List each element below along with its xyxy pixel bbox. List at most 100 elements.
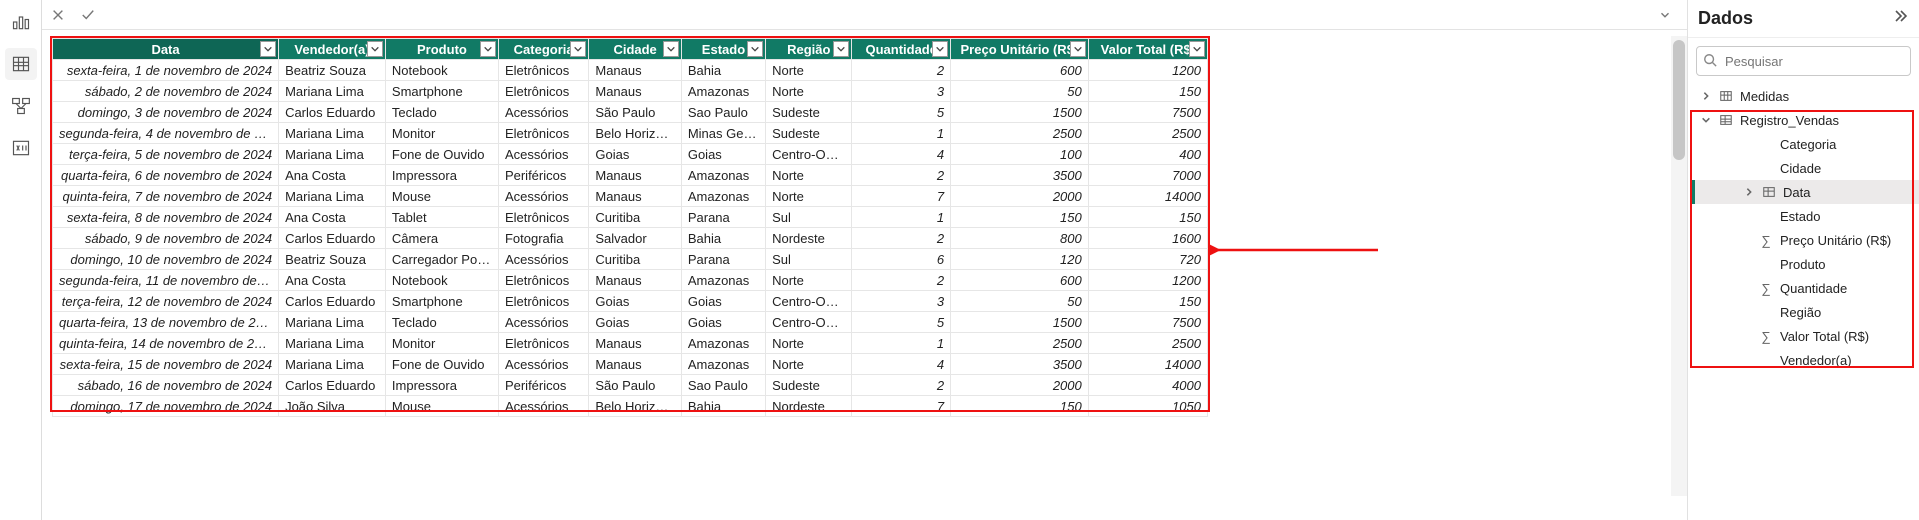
cell-produto[interactable]: Fone de Ouvido [385,144,498,165]
cell-estado[interactable]: Minas Gerais [681,123,765,144]
column-header-categoria[interactable]: Categoria [498,39,588,60]
cell-vendedor[interactable]: Mariana Lima [279,144,386,165]
cell-data[interactable]: segunda-feira, 4 de novembro de 2024 [53,123,279,144]
cell-vendedor[interactable]: Mariana Lima [279,186,386,207]
cell-estado[interactable]: Sao Paulo [681,375,765,396]
tree-field-vendedor-a-[interactable]: Vendedor(a) [1692,348,1919,372]
cell-total[interactable]: 150 [1088,81,1207,102]
cell-estado[interactable]: Sao Paulo [681,102,765,123]
cell-categoria[interactable]: Acessórios [498,186,588,207]
cell-regiao[interactable]: Centro-Oeste [766,291,852,312]
cell-data[interactable]: sexta-feira, 15 de novembro de 2024 [53,354,279,375]
cell-categoria[interactable]: Acessórios [498,396,588,417]
cell-quantidade[interactable]: 7 [852,186,951,207]
cell-preco[interactable]: 3500 [951,354,1089,375]
cell-categoria[interactable]: Fotografia [498,228,588,249]
table-view-icon[interactable] [5,48,37,80]
cell-preco[interactable]: 150 [951,396,1089,417]
table-row[interactable]: segunda-feira, 11 de novembro de 2024Ana… [53,270,1208,291]
cell-quantidade[interactable]: 7 [852,396,951,417]
cell-regiao[interactable]: Sudeste [766,375,852,396]
tree-field-cidade[interactable]: Cidade [1692,156,1919,180]
search-input[interactable] [1723,53,1904,70]
cell-vendedor[interactable]: Ana Costa [279,270,386,291]
tree-field-estado[interactable]: Estado [1692,204,1919,228]
cell-total[interactable]: 400 [1088,144,1207,165]
cell-produto[interactable]: Impressora [385,165,498,186]
cell-quantidade[interactable]: 3 [852,291,951,312]
cell-total[interactable]: 720 [1088,249,1207,270]
cell-categoria[interactable]: Acessórios [498,312,588,333]
cell-categoria[interactable]: Eletrônicos [498,333,588,354]
cell-vendedor[interactable]: João Silva [279,396,386,417]
cell-produto[interactable]: Impressora [385,375,498,396]
cell-data[interactable]: quarta-feira, 6 de novembro de 2024 [53,165,279,186]
cell-categoria[interactable]: Periféricos [498,375,588,396]
cell-estado[interactable]: Parana [681,207,765,228]
cell-cidade[interactable]: Goias [589,144,681,165]
column-header-cidade[interactable]: Cidade [589,39,681,60]
cell-produto[interactable]: Mouse [385,186,498,207]
search-field[interactable] [1696,46,1911,76]
cell-cidade[interactable]: Manaus [589,81,681,102]
cell-produto[interactable]: Fone de Ouvido [385,354,498,375]
cancel-formula-icon[interactable] [50,7,66,23]
column-header-quantidade[interactable]: Quantidade [852,39,951,60]
cell-cidade[interactable]: Manaus [589,333,681,354]
cell-data[interactable]: segunda-feira, 11 de novembro de 2024 [53,270,279,291]
cell-quantidade[interactable]: 5 [852,312,951,333]
column-header-vendedor[interactable]: Vendedor(a) [279,39,386,60]
cell-regiao[interactable]: Norte [766,333,852,354]
cell-data[interactable]: domingo, 3 de novembro de 2024 [53,102,279,123]
cell-total[interactable]: 2500 [1088,123,1207,144]
cell-regiao[interactable]: Norte [766,270,852,291]
cell-produto[interactable]: Notebook [385,270,498,291]
cell-cidade[interactable]: Manaus [589,165,681,186]
cell-vendedor[interactable]: Ana Costa [279,165,386,186]
cell-produto[interactable]: Câmera [385,228,498,249]
cell-regiao[interactable]: Norte [766,354,852,375]
table-row[interactable]: quarta-feira, 6 de novembro de 2024Ana C… [53,165,1208,186]
cell-vendedor[interactable]: Carlos Eduardo [279,375,386,396]
cell-vendedor[interactable]: Mariana Lima [279,81,386,102]
cell-quantidade[interactable]: 2 [852,60,951,81]
column-header-produto[interactable]: Produto [385,39,498,60]
cell-vendedor[interactable]: Mariana Lima [279,354,386,375]
cell-categoria[interactable]: Eletrônicos [498,60,588,81]
cell-regiao[interactable]: Norte [766,165,852,186]
model-view-icon[interactable] [5,90,37,122]
cell-produto[interactable]: Smartphone [385,291,498,312]
vertical-scrollbar[interactable] [1671,36,1687,496]
cell-preco[interactable]: 3500 [951,165,1089,186]
cell-regiao[interactable]: Norte [766,60,852,81]
cell-categoria[interactable]: Eletrônicos [498,270,588,291]
cell-produto[interactable]: Monitor [385,333,498,354]
tree-field-valor-total-r-[interactable]: ∑Valor Total (R$) [1692,324,1919,348]
table-row[interactable]: sábado, 16 de novembro de 2024Carlos Edu… [53,375,1208,396]
dax-view-icon[interactable] [5,132,37,164]
scrollbar-thumb[interactable] [1673,40,1685,160]
expand-formula-icon[interactable] [1657,7,1673,23]
cell-preco[interactable]: 120 [951,249,1089,270]
cell-cidade[interactable]: Manaus [589,270,681,291]
table-row[interactable]: sexta-feira, 8 de novembro de 2024Ana Co… [53,207,1208,228]
cell-estado[interactable]: Goias [681,291,765,312]
cell-total[interactable]: 1600 [1088,228,1207,249]
cell-quantidade[interactable]: 1 [852,123,951,144]
cell-quantidade[interactable]: 3 [852,81,951,102]
cell-categoria[interactable]: Eletrônicos [498,291,588,312]
cell-total[interactable]: 1200 [1088,270,1207,291]
column-header-data[interactable]: Data [53,39,279,60]
cell-regiao[interactable]: Nordeste [766,228,852,249]
cell-estado[interactable]: Goias [681,312,765,333]
cell-quantidade[interactable]: 2 [852,270,951,291]
cell-categoria[interactable]: Acessórios [498,249,588,270]
commit-formula-icon[interactable] [80,7,96,23]
cell-preco[interactable]: 2000 [951,186,1089,207]
filter-dropdown-icon[interactable] [932,41,948,57]
table-row[interactable]: domingo, 10 de novembro de 2024Beatriz S… [53,249,1208,270]
table-row[interactable]: quinta-feira, 7 de novembro de 2024Maria… [53,186,1208,207]
cell-data[interactable]: terça-feira, 5 de novembro de 2024 [53,144,279,165]
cell-cidade[interactable]: São Paulo [589,102,681,123]
cell-estado[interactable]: Amazonas [681,333,765,354]
